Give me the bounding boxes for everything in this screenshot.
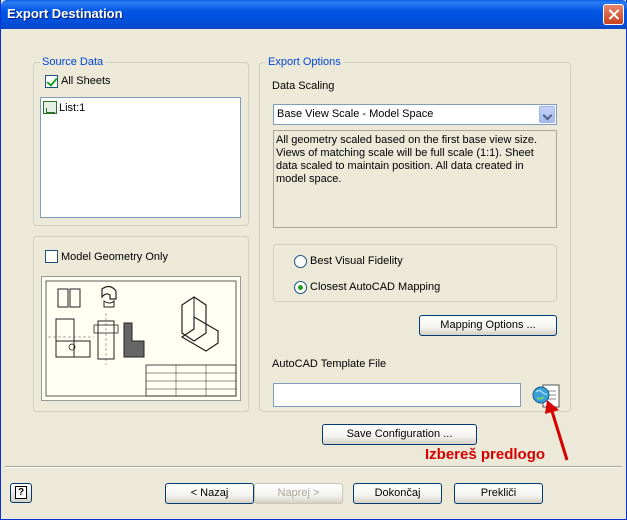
next-button: Naprej >: [254, 483, 343, 504]
close-button[interactable]: [603, 4, 624, 25]
sheet-list-item[interactable]: List:1: [59, 102, 85, 114]
scaling-description: All geometry scaled based on the first b…: [273, 130, 557, 228]
annotation-text: Izbereš predlogo: [425, 446, 546, 463]
autocad-template-file-label: AutoCAD Template File: [272, 358, 387, 370]
template-file-input[interactable]: [273, 383, 521, 407]
sheets-listbox[interactable]: List:1: [40, 97, 241, 218]
drawing-preview-image: [45, 280, 237, 397]
all-sheets-label: All Sheets: [61, 75, 111, 87]
mapping-options-button[interactable]: Mapping Options ...: [419, 315, 557, 336]
scaling-description-text: All geometry scaled based on the first b…: [276, 134, 538, 185]
model-geometry-only-checkbox[interactable]: [45, 250, 58, 263]
data-scaling-select[interactable]: Base View Scale - Model Space: [273, 104, 557, 125]
finish-button[interactable]: Dokončaj: [353, 483, 442, 504]
data-scaling-value: Base View Scale - Model Space: [277, 108, 434, 120]
cancel-button[interactable]: Prekliči: [454, 483, 543, 504]
title-bar[interactable]: Export Destination: [1, 0, 627, 29]
best-visual-fidelity-label: Best Visual Fidelity: [310, 255, 403, 267]
help-icon: ?: [15, 486, 27, 499]
mapping-mode-group: [273, 244, 557, 302]
closest-autocad-mapping-label: Closest AutoCAD Mapping: [310, 281, 441, 293]
footer-separator: [5, 466, 622, 468]
sheet-icon: [43, 101, 57, 114]
source-data-legend: Source Data: [40, 56, 106, 68]
export-destination-dialog: Export Destination Source Data All Sheet…: [0, 0, 627, 520]
annotation-arrow: [545, 400, 569, 461]
window-title: Export Destination: [7, 6, 123, 21]
chevron-down-icon[interactable]: [539, 106, 555, 123]
help-button[interactable]: ?: [10, 483, 32, 503]
save-configuration-button[interactable]: Save Configuration ...: [322, 424, 477, 445]
back-button[interactable]: < Nazaj: [165, 483, 254, 504]
all-sheets-checkbox[interactable]: [45, 75, 58, 88]
drawing-preview: [41, 276, 241, 401]
best-visual-fidelity-radio[interactable]: [294, 255, 307, 268]
data-scaling-label: Data Scaling: [272, 80, 335, 92]
export-options-legend: Export Options: [266, 56, 343, 68]
model-geometry-only-label: Model Geometry Only: [61, 251, 168, 263]
closest-autocad-mapping-radio[interactable]: [294, 281, 307, 294]
